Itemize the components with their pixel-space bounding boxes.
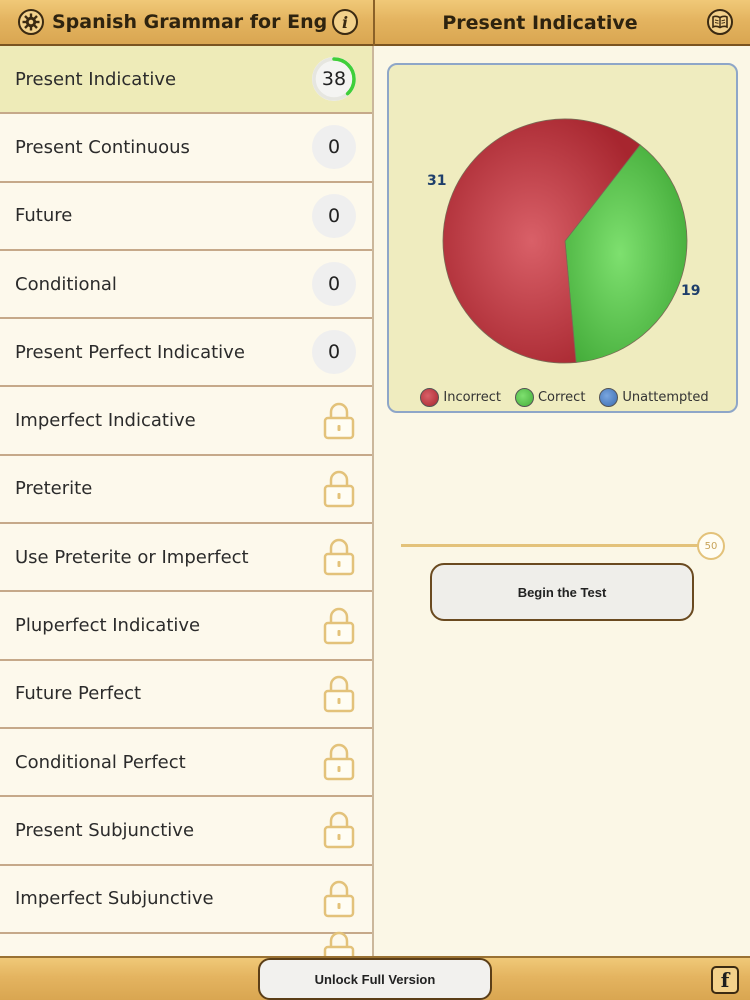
list-item-label: Future: [15, 205, 73, 227]
legend-swatch: [514, 388, 534, 407]
begin-test-button[interactable]: Begin the Test: [430, 563, 694, 621]
list-item-future[interactable]: Future 0: [0, 183, 372, 251]
list-item-preterite[interactable]: Preterite: [0, 456, 372, 525]
list-item-label: Present Continuous: [15, 136, 190, 158]
results-chart: 31 19 Incorrect Correct Unattempted: [387, 63, 738, 413]
slice-label-correct: 19: [681, 283, 701, 299]
list-item-present-indicative[interactable]: Present Indicative 38: [0, 46, 372, 115]
list-item-pluperfect-indicative[interactable]: Pluperfect Indicative: [0, 592, 372, 661]
chart-legend: Incorrect Correct Unattempted: [389, 388, 740, 407]
list-item-present-perfect-indicative[interactable]: Present Perfect Indicative 0: [0, 319, 372, 388]
score-value: 38: [321, 68, 347, 91]
list-item-imperfect-indicative[interactable]: Imperfect Indicative: [0, 387, 372, 456]
legend-swatch: [420, 388, 440, 407]
lock-icon: [322, 742, 356, 782]
list-item-label: Future Perfect: [15, 683, 142, 705]
legend-correct: Correct: [514, 388, 586, 407]
legend-unattempted: Unattempted: [599, 388, 709, 407]
legend-label: Incorrect: [443, 390, 501, 405]
lock-icon: [322, 606, 356, 646]
book-icon[interactable]: [707, 9, 733, 35]
page-title: Present Indicative: [442, 12, 638, 34]
score-progress-badge: 38: [312, 57, 356, 102]
list-item-label: Present Indicative: [15, 68, 177, 90]
legend-incorrect: Incorrect: [420, 388, 501, 407]
list-item-label: Conditional: [15, 273, 117, 295]
info-icon[interactable]: i: [332, 9, 358, 35]
bottom-bar: Unlock Full Version f: [0, 956, 750, 1000]
lock-icon: [322, 930, 356, 956]
facebook-icon[interactable]: f: [711, 966, 739, 994]
lock-icon: [322, 879, 356, 919]
app-title: Spanish Grammar for Engl…: [52, 11, 327, 33]
slider-thumb[interactable]: 50: [697, 532, 725, 560]
question-count-slider[interactable]: [401, 544, 701, 547]
list-item-label: Use Preterite or Imperfect: [15, 546, 249, 568]
list-item-conditional-perfect[interactable]: Conditional Perfect: [0, 729, 372, 798]
lock-icon: [322, 401, 356, 441]
list-item-future-perfect[interactable]: Future Perfect: [0, 661, 372, 729]
list-item-partial[interactable]: [0, 931, 372, 956]
list-item-conditional[interactable]: Conditional 0: [0, 251, 372, 320]
score-badge: 0: [312, 125, 356, 170]
score-badge: 0: [312, 262, 356, 307]
legend-swatch: [599, 388, 619, 407]
list-item-present-continuous[interactable]: Present Continuous 0: [0, 114, 372, 183]
unlock-full-version-button[interactable]: Unlock Full Version: [258, 958, 492, 1000]
legend-label: Correct: [537, 390, 586, 405]
list-item-label: Conditional Perfect: [15, 751, 186, 773]
list-item-label: Pluperfect Indicative: [15, 615, 201, 637]
lock-icon: [322, 810, 356, 850]
list-item-label: Present Subjunctive: [15, 819, 195, 841]
top-bar: Spanish Grammar for Engl… i Present Indi…: [0, 0, 750, 46]
legend-label: Unattempted: [622, 390, 709, 405]
topic-list: Present Indicative 38 Present Continuous…: [0, 46, 374, 956]
list-item-present-subjunctive[interactable]: Present Subjunctive: [0, 797, 372, 866]
list-item-label: Imperfect Indicative: [15, 410, 196, 432]
list-item-label: Imperfect Subjunctive: [15, 888, 214, 910]
score-badge: 0: [312, 330, 356, 375]
slice-label-incorrect: 31: [427, 173, 447, 189]
list-item-use-preterite-or-imperfect[interactable]: Use Preterite or Imperfect: [0, 524, 372, 593]
list-item-label: Present Perfect Indicative: [15, 341, 245, 363]
list-item-imperfect-subjunctive[interactable]: Imperfect Subjunctive: [0, 866, 372, 934]
score-badge: 0: [312, 193, 356, 238]
gear-icon[interactable]: [18, 9, 44, 35]
lock-icon: [322, 469, 356, 509]
pie-chart: [442, 118, 688, 364]
lock-icon: [322, 674, 356, 714]
list-item-label: Preterite: [15, 478, 93, 500]
lock-icon: [322, 537, 356, 577]
